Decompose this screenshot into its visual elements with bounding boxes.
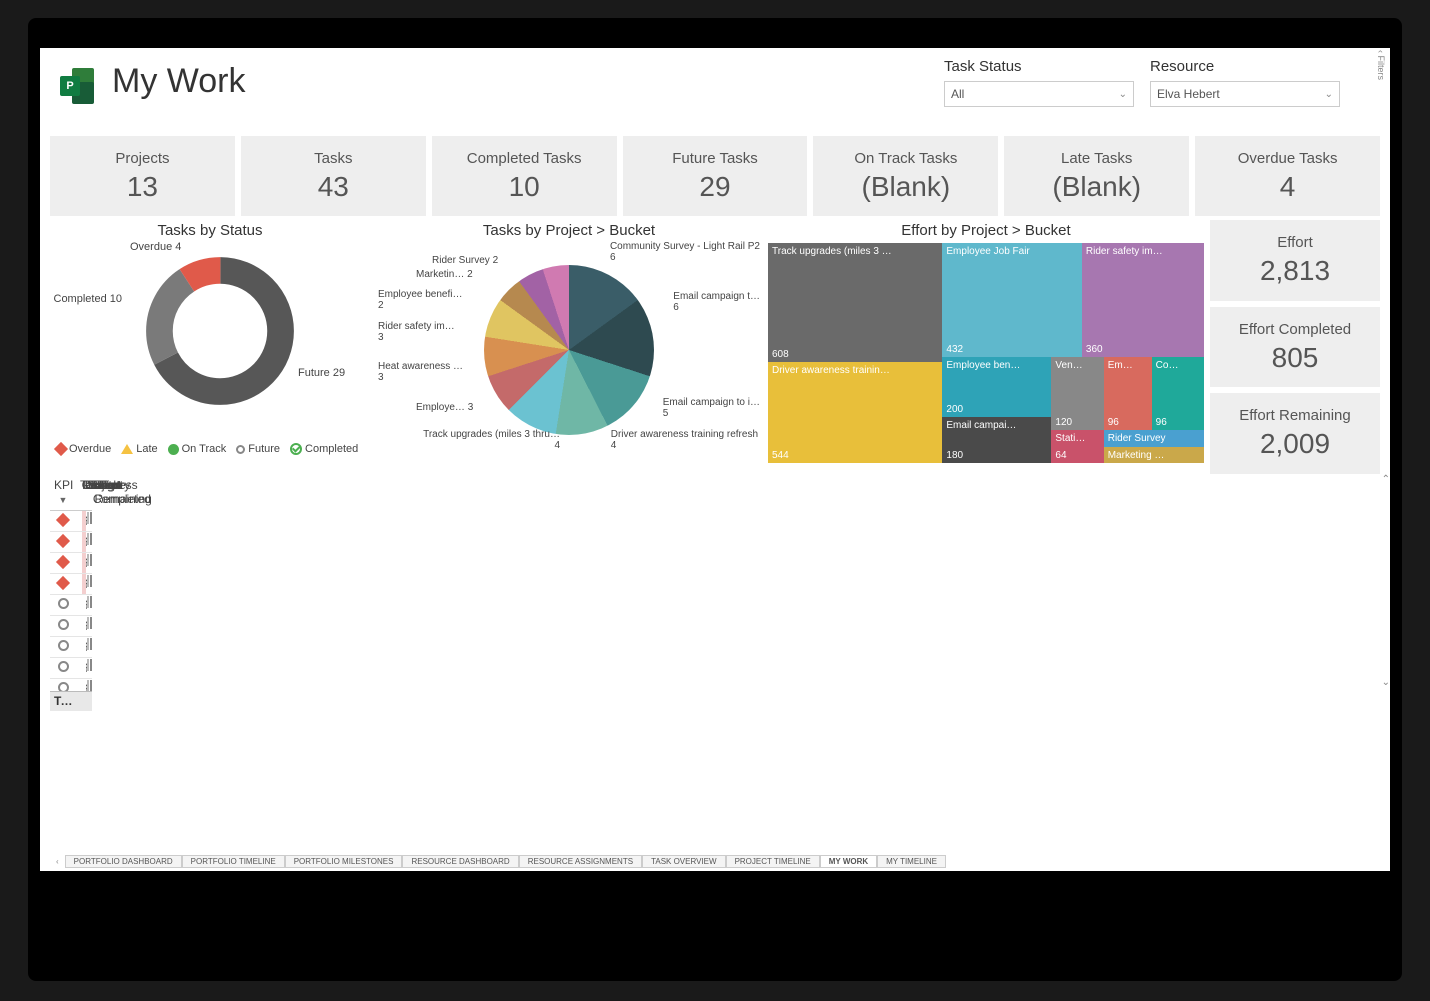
chart-title: Effort by Project > Bucket (768, 220, 1204, 241)
donut-label-future: Future 29 (298, 367, 345, 379)
kpi-status-icon (58, 598, 69, 609)
table-footer-row: Total 2,813 805 2,009 (50, 692, 92, 711)
kpi-status-icon (58, 661, 69, 672)
table-row[interactable]: Create survey questionss Survey conte… R… (50, 574, 92, 595)
kpi-card[interactable]: Tasks43 (241, 136, 426, 216)
chart-title: Tasks by Project > Bucket (376, 220, 762, 241)
kpi-status-icon (58, 682, 69, 691)
task-table[interactable]: ⌃ ⌄ KPI▼ Task Category Project Link Star… (40, 474, 1390, 710)
chart-effort-treemap[interactable]: Effort by Project > Bucket Track upgrade… (768, 220, 1204, 474)
report-tab[interactable]: PORTFOLIO MILESTONES (285, 855, 403, 868)
table-row[interactable]: Determine delivery method Survey Prepar…… (50, 637, 92, 658)
page-title: My Work (112, 62, 245, 101)
project-icon: P (60, 76, 80, 96)
table-row[interactable]: Update survey Run Survey Community Surve… (50, 658, 92, 679)
filter-task-status-label: Task Status (944, 58, 1134, 75)
table-row[interactable]: Determine LRT requirements Survey Focus … (50, 595, 92, 616)
kpi-status-icon (58, 619, 69, 630)
effort-card[interactable]: Effort Completed805 (1210, 307, 1380, 388)
chart-title: Tasks by Status (50, 220, 370, 241)
kpi-card[interactable]: Overdue Tasks4 (1195, 136, 1380, 216)
kpi-row: Projects13Tasks43Completed Tasks10Future… (40, 136, 1390, 216)
table-row[interactable]: Determine safety requirements Survey Foc… (50, 616, 92, 637)
chevron-down-icon: ⌄ (1325, 89, 1333, 100)
scroll-down-icon[interactable]: ⌄ (1382, 677, 1390, 688)
report-tab[interactable]: TASK OVERVIEW (642, 855, 726, 868)
report-tab[interactable]: PORTFOLIO TIMELINE (182, 855, 285, 868)
chart-tasks-by-project[interactable]: Tasks by Project > Bucket Community Surv… (376, 220, 762, 474)
kpi-status-icon (56, 534, 70, 548)
kpi-card[interactable]: On Track Tasks(Blank) (813, 136, 998, 216)
table-row[interactable]: Review prior survey results To-do Rider … (50, 553, 92, 574)
kpi-card[interactable]: Projects13 (50, 136, 235, 216)
table-row[interactable]: Run numerical analysis Analyze results C… (50, 679, 92, 691)
filter-resource-label: Resource (1150, 58, 1340, 75)
report-tab[interactable]: MY WORK (820, 855, 877, 868)
table-row[interactable]: Target audience profile Email prepara… E… (50, 511, 92, 532)
kpi-status-icon (56, 576, 70, 590)
chevron-down-icon: ⌄ (1119, 89, 1127, 100)
report-tab[interactable]: RESOURCE DASHBOARD (402, 855, 518, 868)
kpi-status-icon (58, 640, 69, 651)
pie-chart (484, 265, 654, 435)
kpi-card[interactable]: Future Tasks29 (623, 136, 808, 216)
donut-chart (140, 251, 300, 411)
filter-task-status-select[interactable]: All ⌄ (944, 81, 1134, 107)
filters-collapse-label[interactable]: ‹ Filters (1376, 50, 1386, 80)
report-tab[interactable]: MY TIMELINE (877, 855, 946, 868)
report-tab[interactable]: RESOURCE ASSIGNMENTS (519, 855, 642, 868)
scroll-up-icon[interactable]: ⌃ (1382, 474, 1390, 485)
header: P My Work Task Status All ⌄ Resource Elv… (40, 48, 1390, 136)
kpi-card[interactable]: Late Tasks(Blank) (1004, 136, 1189, 216)
donut-label-completed: Completed 10 (52, 293, 122, 305)
kpi-status-icon (56, 513, 70, 527)
report-tab[interactable]: PORTFOLIO DASHBOARD (65, 855, 182, 868)
kpi-status-icon (56, 555, 70, 569)
effort-card[interactable]: Effort Remaining2,009 (1210, 393, 1380, 474)
chart-legend: Overdue Late On Track Future Completed (50, 441, 370, 455)
treemap: Track upgrades (miles 3 …608 Driver awar… (768, 243, 1204, 463)
effort-cards: Effort2,813Effort Completed805Effort Rem… (1210, 220, 1380, 474)
donut-label-overdue: Overdue 4 (130, 241, 181, 253)
table-row[interactable]: Final approval of email message To-do Em… (50, 532, 92, 553)
report-tabs: ‹ PORTFOLIO DASHBOARDPORTFOLIO TIMELINEP… (50, 853, 1380, 869)
chart-tasks-by-status[interactable]: Tasks by Status Overdue 4 Completed 10 F… (50, 220, 370, 474)
table-header-row[interactable]: KPI▼ Task Category Project Link Start Fi… (50, 474, 92, 511)
tab-nav-left[interactable]: ‹ (50, 857, 65, 866)
filter-resource-select[interactable]: Elva Hebert ⌄ (1150, 81, 1340, 107)
effort-card[interactable]: Effort2,813 (1210, 220, 1380, 301)
app-logo: P (60, 68, 98, 106)
kpi-card[interactable]: Completed Tasks10 (432, 136, 617, 216)
report-tab[interactable]: PROJECT TIMELINE (726, 855, 820, 868)
